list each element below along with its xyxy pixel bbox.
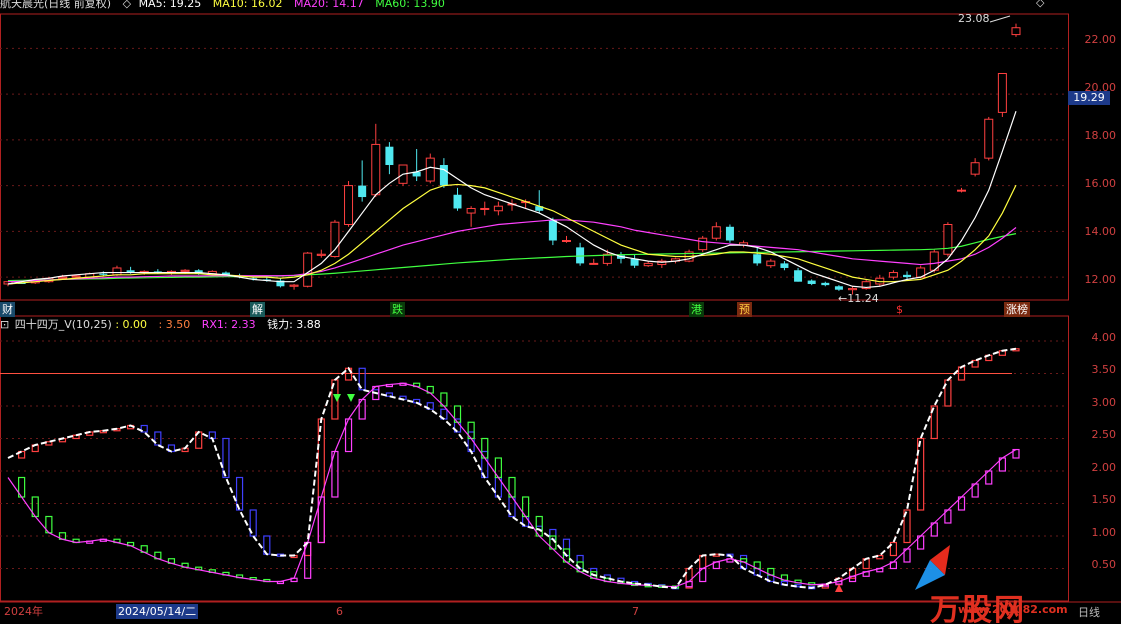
- indicator-bar-1: [549, 528, 557, 540]
- indicator-bar-1: [685, 567, 693, 589]
- candle-body-down: [385, 146, 394, 166]
- main-chart-header: 航天晨光(日线 前复权) ◇ MA5: 19.25 MA10: 16.02 MA…: [0, 0, 453, 11]
- candle-body-up: [466, 207, 476, 214]
- indicator-tick: 1.00: [1091, 526, 1117, 539]
- indicator-menu-icon[interactable]: ⊡: [0, 318, 9, 331]
- candle-body-up: [344, 185, 354, 225]
- indicator-tick: 0.50: [1091, 558, 1117, 571]
- candle-body-up: [289, 284, 299, 287]
- candle-body-up: [766, 260, 776, 267]
- ma60-value: MA60: 13.90: [375, 0, 445, 10]
- dollar-marker: $: [896, 303, 903, 316]
- candle-body-up: [1011, 27, 1021, 36]
- event-tag[interactable]: 解: [250, 302, 265, 317]
- candle-body-up: [480, 207, 490, 210]
- candle-body-up: [57, 276, 67, 279]
- candle-body-down: [358, 185, 367, 198]
- indicator-bar-1: [699, 554, 707, 570]
- candle-body-up: [711, 226, 721, 239]
- candle-body-up: [589, 262, 599, 265]
- ma20-value: MA20: 14.17: [294, 0, 364, 10]
- indicator-line-2: [7, 382, 1017, 588]
- indicator-qianli: 钱力: 3.88: [267, 318, 321, 331]
- candle-body-up: [371, 143, 381, 196]
- candle-body-up: [848, 288, 858, 291]
- candle-body-down: [794, 270, 803, 282]
- high-annotation: 23.08: [958, 12, 990, 25]
- event-tag[interactable]: 涨榜: [1004, 302, 1030, 317]
- candle-body-up: [943, 223, 953, 255]
- candle-body-down: [548, 219, 557, 241]
- candle-body-down: [834, 286, 843, 290]
- ma5-value: MA5: 19.25: [138, 0, 202, 10]
- diamond-icon[interactable]: ◇: [123, 0, 131, 10]
- date-year: 2024年: [4, 605, 43, 618]
- main-panel-frame: [0, 13, 1069, 301]
- candle-body-up: [112, 267, 122, 276]
- candle-body-up: [997, 72, 1007, 113]
- event-tag[interactable]: 财: [0, 302, 15, 317]
- candle-body-up: [984, 118, 994, 159]
- candle-body-down: [821, 282, 830, 286]
- date-selected[interactable]: 2024/05/14/二: [116, 604, 199, 619]
- candle-body-up: [330, 221, 340, 258]
- indicator-tick: 3.50: [1091, 363, 1117, 376]
- candle-body-up: [180, 269, 190, 272]
- candle-body-down: [753, 254, 762, 264]
- indicator-tick: 2.50: [1091, 428, 1117, 441]
- sell-arrow-icon: [333, 394, 341, 402]
- candle-body-up: [71, 275, 81, 278]
- indicator-tick: 4.00: [1091, 331, 1117, 344]
- candle-body-down: [903, 274, 912, 278]
- price-tick: 16.00: [1084, 177, 1117, 190]
- stock-chart-window: { "header": { "stock": "航天晨光(日线 前复权)", "…: [0, 0, 1121, 624]
- candle-body-up: [888, 272, 898, 278]
- event-tag[interactable]: 跌: [390, 302, 405, 317]
- candle-body-down: [725, 226, 734, 241]
- indicator-v1: : 3.50: [158, 318, 191, 331]
- candle-body-up: [303, 252, 313, 287]
- period-label[interactable]: 日线: [1078, 604, 1100, 620]
- candle-body-down: [99, 273, 108, 275]
- price-tick: 14.00: [1084, 225, 1117, 238]
- candle-body-up: [493, 205, 503, 212]
- price-tick: 12.00: [1084, 273, 1117, 286]
- candle-body-up: [643, 262, 653, 267]
- event-tag[interactable]: 港: [689, 302, 704, 317]
- indicator-tick: 3.00: [1091, 396, 1117, 409]
- ma10-value: MA10: 16.02: [212, 0, 283, 10]
- price-tick: 22.00: [1084, 33, 1117, 46]
- date-month-7: 7: [632, 605, 639, 618]
- low-annotation: ←11.24: [838, 292, 879, 305]
- candle-body-up: [970, 162, 980, 175]
- candle-body-down: [780, 263, 789, 268]
- chart-canvas[interactable]: [0, 0, 1121, 624]
- high-pointer: [989, 15, 1011, 23]
- indicator-v0: : 0.00: [115, 318, 148, 331]
- watermark-url: www.201082.com: [958, 603, 1068, 616]
- date-month-6: 6: [336, 605, 343, 618]
- indicator-bar-1: [917, 437, 925, 511]
- price-tick: 18.00: [1084, 129, 1117, 142]
- candle-body-up: [698, 237, 708, 251]
- candle-body-down: [439, 165, 448, 186]
- candle-body-up: [561, 240, 571, 243]
- indicator-rx1: RX1: 2.33: [201, 318, 256, 331]
- current-price-label: 19.29: [1068, 91, 1110, 105]
- indicator-tick: 1.50: [1091, 493, 1117, 506]
- indicator-tick: 2.00: [1091, 461, 1117, 474]
- candle-body-up: [316, 253, 326, 256]
- sell-arrow-icon: [347, 394, 355, 402]
- indicator-header: ⊡ 四十四万_V(10,25) : 0.00 : 3.50 RX1: 2.33 …: [0, 318, 329, 332]
- candle-body-down: [453, 194, 462, 209]
- candle-body-down: [807, 280, 816, 284]
- expand-icon[interactable]: ◇: [1036, 0, 1044, 9]
- candle-body-up: [957, 189, 967, 192]
- indicator-name[interactable]: 四十四万_V(10,25): [15, 318, 112, 331]
- stock-title[interactable]: 航天晨光(日线 前复权): [0, 0, 111, 10]
- event-tag[interactable]: 预: [737, 302, 752, 317]
- candle-body-up: [425, 157, 435, 182]
